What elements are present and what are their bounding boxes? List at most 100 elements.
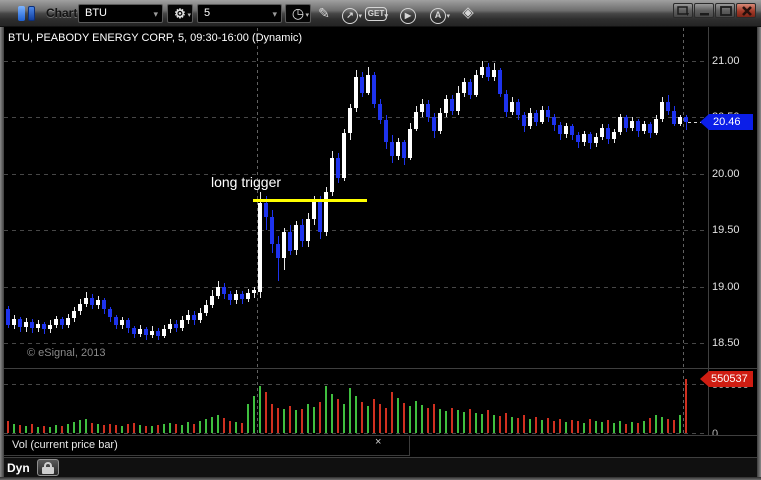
candlestick xyxy=(252,289,256,294)
candlestick xyxy=(174,323,178,329)
volume-bar xyxy=(139,424,141,433)
draw-tool-button[interactable]: ✎ xyxy=(314,4,334,22)
candlestick xyxy=(486,66,490,77)
volume-bar xyxy=(397,397,399,433)
candlestick xyxy=(84,297,88,304)
candlestick xyxy=(156,330,160,337)
volume-bar xyxy=(277,407,279,433)
candlestick xyxy=(42,323,46,330)
minimize-button[interactable] xyxy=(694,3,714,18)
candlestick xyxy=(648,124,652,134)
volume-bar xyxy=(301,408,303,433)
volume-bar xyxy=(649,418,651,433)
volume-bar xyxy=(421,404,423,433)
volume-bar xyxy=(517,418,519,433)
volume-bar xyxy=(193,423,195,433)
candlestick xyxy=(402,142,406,158)
volume-bar xyxy=(235,422,237,433)
volume-bar xyxy=(553,421,555,433)
trigger-annotation-label[interactable]: long trigger xyxy=(211,174,281,190)
get-data-button[interactable]: GET ▾ xyxy=(365,7,388,21)
symbol-input[interactable]: BTU ▾ xyxy=(78,4,163,23)
candlestick xyxy=(126,320,130,329)
volume-bar xyxy=(85,419,87,433)
volume-bar xyxy=(667,419,669,433)
volume-bar xyxy=(199,421,201,433)
candlestick xyxy=(660,101,664,119)
lock-button[interactable] xyxy=(37,459,59,476)
price-gridline xyxy=(4,343,709,344)
volume-bar xyxy=(37,427,39,433)
chart-window: Chart BTU ▾ ⚙ ▾ 5 ▾ ◷ ▾ ✎ ↗ ▾ GET ▾ ▶ A ▾ … xyxy=(0,0,761,480)
volume-bar xyxy=(265,391,267,433)
candlestick xyxy=(192,314,196,321)
candlestick xyxy=(396,142,400,156)
volume-bar xyxy=(103,424,105,433)
volume-bar xyxy=(43,425,45,433)
volume-bar xyxy=(481,414,483,433)
candlestick xyxy=(480,66,484,75)
candlestick xyxy=(108,309,112,318)
volume-gridline xyxy=(4,433,709,434)
candlestick xyxy=(102,300,106,310)
trend-tool-button[interactable]: ↗ ▾ xyxy=(340,4,362,24)
chart-app-icon xyxy=(18,6,38,21)
auto-annotation-button[interactable]: A ▾ xyxy=(428,4,450,24)
volume-bar xyxy=(601,422,603,433)
candlestick xyxy=(348,108,352,134)
candlestick xyxy=(372,74,376,104)
volume-bar xyxy=(445,411,447,433)
price-axis-label: 19.00 xyxy=(712,281,740,293)
session-break-line xyxy=(683,28,684,434)
candlestick xyxy=(204,304,208,313)
eraser-button[interactable]: ◈ xyxy=(458,4,478,22)
chart-canvas[interactable]: 21.0020.5020.0019.5019.0018.50500000014:… xyxy=(0,0,761,480)
interval-input[interactable]: 5 ▾ xyxy=(197,4,282,23)
time-axis-row[interactable]: Dyn xyxy=(4,457,757,477)
candlestick xyxy=(360,76,364,93)
candlestick xyxy=(36,323,40,329)
interval-button[interactable]: ◷ ▾ xyxy=(285,4,311,23)
volume-bar xyxy=(25,426,27,433)
trigger-line[interactable] xyxy=(253,199,367,202)
volume-bar xyxy=(283,409,285,433)
candlestick xyxy=(588,134,592,144)
chevron-down-icon[interactable]: ▾ xyxy=(272,6,277,23)
volume-bar xyxy=(451,407,453,433)
volume-bar xyxy=(247,403,249,433)
close-icon[interactable]: × xyxy=(375,436,381,448)
volume-bar xyxy=(583,423,585,433)
volume-bar xyxy=(523,415,525,433)
candlestick xyxy=(54,319,58,325)
candlestick xyxy=(132,328,136,334)
chevron-down-icon: ▾ xyxy=(358,13,362,20)
price-gridline xyxy=(4,61,709,62)
chevron-down-icon[interactable]: ▾ xyxy=(153,6,158,23)
volume-bar xyxy=(289,405,291,433)
symbol-lookup-button[interactable]: ⚙ ▾ xyxy=(167,4,193,23)
play-button[interactable]: ▶ xyxy=(398,4,418,24)
volume-bar xyxy=(49,426,51,433)
candlestick xyxy=(12,319,16,325)
volume-bar xyxy=(505,413,507,433)
candlestick xyxy=(570,126,574,136)
toolbar: Chart BTU ▾ ⚙ ▾ 5 ▾ ◷ ▾ ✎ ↗ ▾ GET ▾ ▶ A ▾ … xyxy=(0,0,761,27)
volume-bar xyxy=(625,424,627,433)
candlestick xyxy=(222,286,226,295)
candlestick xyxy=(510,101,514,112)
volume-bar xyxy=(661,417,663,433)
chevron-down-icon: ▾ xyxy=(384,13,388,20)
volume-pane-tab[interactable]: Vol (current price bar) × xyxy=(4,436,410,456)
maximize-button[interactable] xyxy=(715,3,735,18)
candlestick xyxy=(6,309,10,325)
volume-bar xyxy=(325,385,327,433)
candlestick xyxy=(324,191,328,233)
volume-bar xyxy=(673,420,675,433)
gear-icon: ⚙ xyxy=(174,6,186,21)
close-button[interactable] xyxy=(736,3,756,18)
candlestick xyxy=(558,125,562,135)
dock-window-button[interactable] xyxy=(673,3,693,18)
candlestick xyxy=(330,158,334,192)
play-icon: ▶ xyxy=(400,8,416,24)
volume-bar xyxy=(73,422,75,433)
